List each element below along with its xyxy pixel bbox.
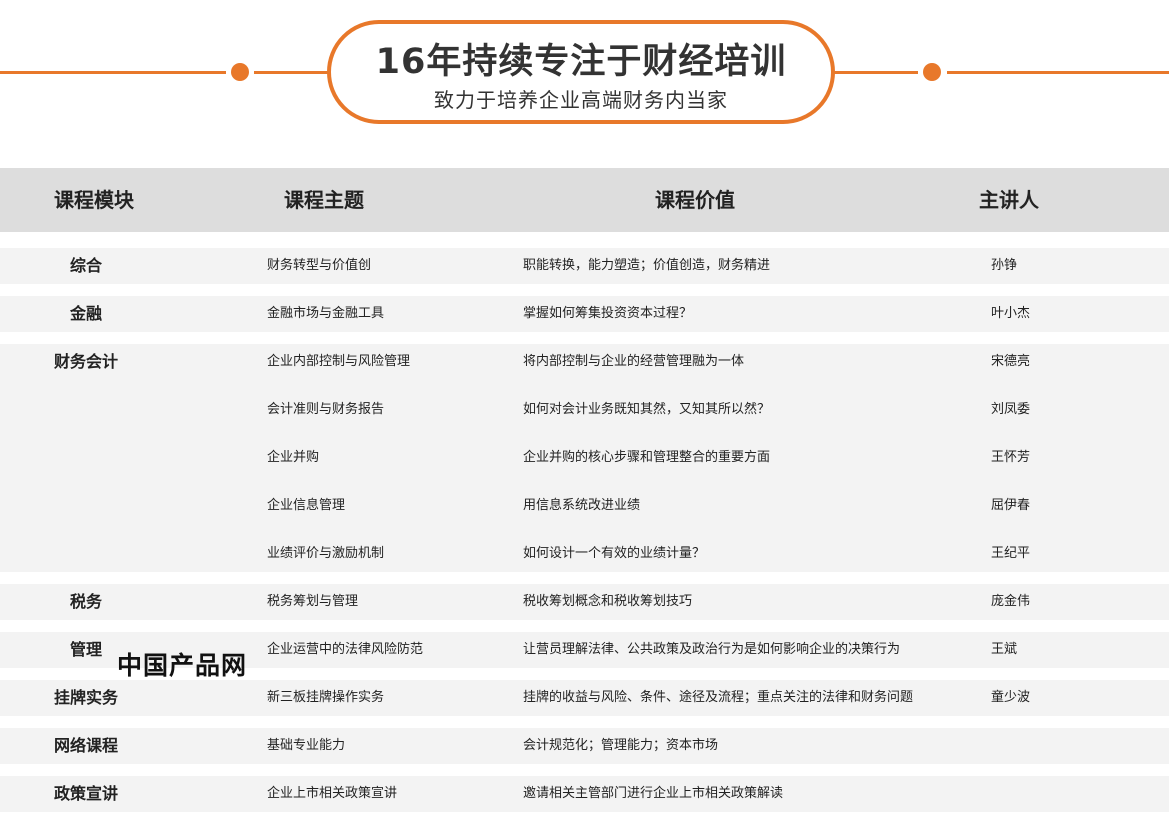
left-divider-line	[0, 71, 226, 74]
right-divider-dot	[923, 63, 941, 81]
value-cell: 税收筹划概念和税收筹划技巧	[523, 594, 693, 609]
topic-cell: 企业信息管理	[267, 498, 346, 513]
value-cell: 用信息系统改进业绩	[523, 498, 641, 513]
header-value: 课程价值	[655, 188, 735, 212]
banner-subtitle: 致力于培养企业高端财务内当家	[434, 88, 728, 112]
lecturer-cell: 孙铮	[991, 258, 1018, 273]
lecturer-cell: 王纪平	[991, 546, 1031, 561]
table-row: 新三板挂牌操作实务 挂牌的收益与风险、条件、途径及流程；重点关注的法律和财务问题…	[0, 680, 1169, 716]
value-cell: 掌握如何筹集投资资本过程？	[523, 306, 693, 321]
topic-cell: 企业上市相关政策宣讲	[267, 786, 398, 801]
banner-pill: 16年持续专注于财经培训 致力于培养企业高端财务内当家	[327, 20, 835, 124]
watermark-text: 中国产品网	[117, 651, 248, 680]
value-cell: 如何设计一个有效的业绩计量？	[523, 546, 706, 561]
right-connector-line	[833, 71, 918, 74]
left-connector-line	[254, 71, 329, 74]
header-module: 课程模块	[54, 188, 134, 212]
banner: 16年持续专注于财经培训 致力于培养企业高端财务内当家	[0, 0, 1169, 145]
lecturer-cell: 庞金伟	[991, 594, 1031, 609]
lecturer-cell: 童少波	[991, 690, 1031, 705]
header-topic: 课程主题	[284, 188, 364, 212]
left-divider-dot	[231, 63, 249, 81]
lecturer-cell: 屈伊春	[991, 498, 1031, 513]
value-cell: 让营员理解法律、公共政策及政治行为是如何影响企业的决策行为	[523, 642, 901, 657]
table-header: 课程模块 课程主题 课程价值 主讲人	[0, 168, 1169, 232]
table-row: 企业并购 企业并购的核心步骤和管理整合的重要方面 王怀芳	[0, 440, 1169, 476]
value-cell: 如何对会计业务既知其然，又知其所以然？	[523, 402, 771, 417]
table-row: 会计准则与财务报告 如何对会计业务既知其然，又知其所以然？ 刘凤委	[0, 392, 1169, 428]
table-row: 企业信息管理 用信息系统改进业绩 屈伊春	[0, 488, 1169, 524]
header-lecturer: 主讲人	[979, 188, 1039, 212]
right-divider-line	[947, 71, 1169, 74]
topic-cell: 金融市场与金融工具	[267, 306, 385, 321]
value-cell: 职能转换，能力塑造；价值创造，财务精进	[523, 258, 771, 273]
lecturer-cell: 王怀芳	[991, 450, 1031, 465]
lecturer-cell: 刘凤委	[991, 402, 1031, 417]
value-cell: 挂牌的收益与风险、条件、途径及流程；重点关注的法律和财务问题	[523, 690, 914, 705]
topic-cell: 新三板挂牌操作实务	[267, 690, 385, 705]
topic-cell: 税务筹划与管理	[267, 594, 359, 609]
topic-cell: 基础专业能力	[267, 738, 346, 753]
table-row: 企业内部控制与风险管理 将内部控制与企业的经营管理融为一体 宋德亮	[0, 344, 1169, 380]
topic-cell: 企业内部控制与风险管理	[267, 354, 411, 369]
table-row: 企业上市相关政策宣讲 邀请相关主管部门进行企业上市相关政策解读	[0, 776, 1169, 812]
table-row: 业绩评价与激励机制 如何设计一个有效的业绩计量？ 王纪平	[0, 536, 1169, 572]
lecturer-cell: 王斌	[991, 642, 1018, 657]
topic-cell: 企业并购	[267, 450, 320, 465]
lecturer-cell: 叶小杰	[991, 306, 1031, 321]
topic-cell: 业绩评价与激励机制	[267, 546, 385, 561]
topic-cell: 财务转型与价值创	[267, 258, 372, 273]
topic-cell: 会计准则与财务报告	[267, 402, 385, 417]
banner-title: 16年持续专注于财经培训	[375, 42, 787, 82]
table-row: 税务筹划与管理 税收筹划概念和税收筹划技巧 庞金伟	[0, 584, 1169, 620]
table-row: 基础专业能力 会计规范化；管理能力；资本市场	[0, 728, 1169, 764]
value-cell: 企业并购的核心步骤和管理整合的重要方面	[523, 450, 771, 465]
topic-cell: 企业运营中的法律风险防范	[267, 642, 424, 657]
lecturer-cell: 宋德亮	[991, 354, 1031, 369]
table-row: 财务转型与价值创 职能转换，能力塑造；价值创造，财务精进 孙铮	[0, 248, 1169, 284]
table-row: 金融市场与金融工具 掌握如何筹集投资资本过程？ 叶小杰	[0, 296, 1169, 332]
value-cell: 邀请相关主管部门进行企业上市相关政策解读	[523, 786, 784, 801]
value-cell: 会计规范化；管理能力；资本市场	[523, 738, 719, 753]
value-cell: 将内部控制与企业的经营管理融为一体	[523, 354, 745, 369]
